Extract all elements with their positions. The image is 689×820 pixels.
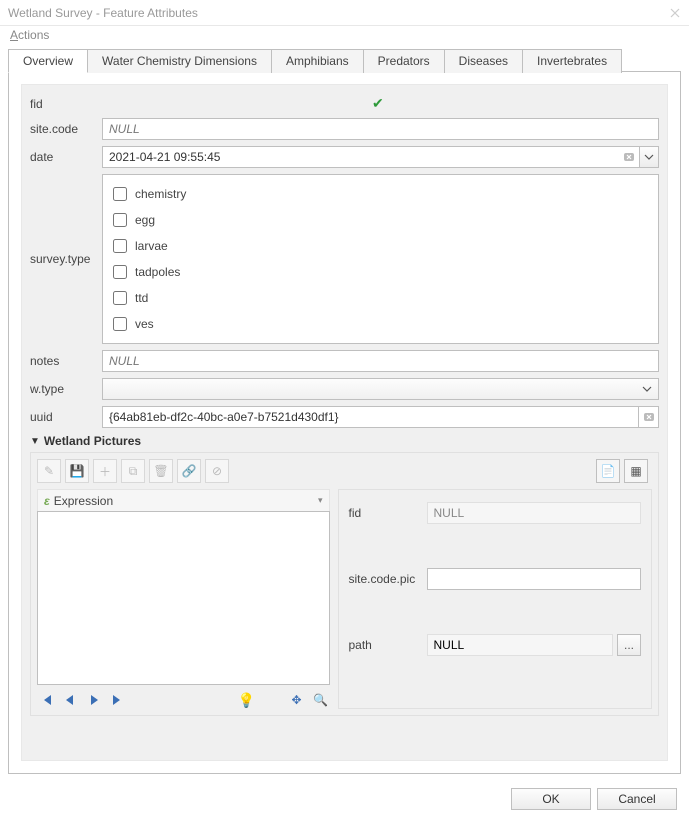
first-icon[interactable] (37, 691, 55, 709)
close-icon[interactable] (661, 0, 689, 26)
pic-path-label: path (349, 638, 427, 652)
window-title: Wetland Survey - Feature Attributes (8, 6, 198, 20)
date-label: date (30, 150, 102, 164)
wetland-pictures-panel: ✎ 💾 ＋ ⧉ 🗑 🔗 ⊘ 📄 ▦ ε Expression (30, 452, 659, 716)
wetland-pictures-header[interactable]: ▼ Wetland Pictures (30, 434, 659, 448)
surveytype-checklist: chemistry egg larvae tadpoles ttd ves (102, 174, 659, 344)
check-chemistry[interactable]: chemistry (113, 181, 648, 207)
cancel-button[interactable]: Cancel (597, 788, 677, 810)
next-icon[interactable] (85, 691, 103, 709)
check-tadpoles[interactable]: tadpoles (113, 259, 648, 285)
dialog-footer: OK Cancel (511, 788, 677, 810)
uuid-label: uuid (30, 410, 102, 424)
notes-label: notes (30, 354, 102, 368)
fid-label: fid (30, 97, 102, 111)
last-icon[interactable] (109, 691, 127, 709)
check-larvae[interactable]: larvae (113, 233, 648, 259)
check-ves[interactable]: ves (113, 311, 648, 337)
epsilon-icon: ε (44, 494, 50, 508)
pan-icon[interactable]: ✥ (288, 691, 306, 709)
date-clear-icon[interactable] (619, 146, 639, 168)
check-egg[interactable]: egg (113, 207, 648, 233)
check-ttd[interactable]: ttd (113, 285, 648, 311)
tab-predators[interactable]: Predators (363, 49, 445, 73)
pictures-toolbar: ✎ 💾 ＋ ⧉ 🗑 🔗 ⊘ 📄 ▦ (37, 459, 652, 483)
sitecode-input[interactable] (102, 118, 659, 140)
menubar: Actions (0, 26, 689, 44)
expression-header[interactable]: ε Expression ▾ (37, 489, 330, 511)
save-icon[interactable]: 💾 (65, 459, 89, 483)
pic-sitecode-input[interactable] (427, 568, 642, 590)
date-input[interactable] (102, 146, 619, 168)
tab-invertebrates[interactable]: Invertebrates (522, 49, 622, 73)
pic-path-input[interactable] (427, 634, 614, 656)
tab-panel: fid ✔ site.code date (8, 71, 681, 774)
surveytype-label: survey.type (30, 252, 102, 266)
wtype-label: w.type (30, 382, 102, 396)
zoom-icon[interactable]: 🔍 (312, 691, 330, 709)
highlight-icon[interactable]: 💡 (238, 691, 256, 709)
pic-sitecode-label: site.code.pic (349, 572, 427, 586)
menu-actions[interactable]: Actions (10, 28, 49, 42)
window-titlebar: Wetland Survey - Feature Attributes (0, 0, 689, 26)
tab-overview[interactable]: Overview (8, 49, 88, 73)
table-view-icon[interactable]: ▦ (624, 459, 648, 483)
tab-water-chemistry[interactable]: Water Chemistry Dimensions (87, 49, 272, 73)
tab-strip: Overview Water Chemistry Dimensions Amph… (8, 48, 681, 72)
chevron-down-icon: ▾ (318, 495, 323, 506)
pic-fid-label: fid (349, 506, 427, 520)
pic-fid-value: NULL (427, 502, 642, 524)
expression-list[interactable] (37, 511, 330, 685)
uuid-input[interactable] (102, 406, 639, 428)
ok-button[interactable]: OK (511, 788, 591, 810)
tab-amphibians[interactable]: Amphibians (271, 49, 364, 73)
delete-icon[interactable]: 🗑 (149, 459, 173, 483)
date-dropdown-button[interactable] (639, 146, 659, 168)
link-icon[interactable]: 🔗 (177, 459, 201, 483)
chevron-down-icon: ▼ (30, 436, 40, 447)
browse-button[interactable]: ... (617, 634, 641, 656)
uuid-clear-icon[interactable] (639, 406, 659, 428)
checkmark-icon: ✔ (102, 95, 659, 112)
prev-icon[interactable] (61, 691, 79, 709)
tab-diseases[interactable]: Diseases (444, 49, 523, 73)
add-icon[interactable]: ＋ (93, 459, 117, 483)
wtype-combobox[interactable] (102, 378, 659, 400)
unlink-icon[interactable]: ⊘ (205, 459, 229, 483)
sitecode-label: site.code (30, 122, 102, 136)
nav-toolbar: 💡 ✥ 🔍 (37, 691, 330, 709)
notes-input[interactable] (102, 350, 659, 372)
form-view-icon[interactable]: 📄 (596, 459, 620, 483)
copy-icon[interactable]: ⧉ (121, 459, 145, 483)
edit-icon[interactable]: ✎ (37, 459, 61, 483)
picture-detail: fid NULL site.code.pic path ... (338, 489, 653, 709)
